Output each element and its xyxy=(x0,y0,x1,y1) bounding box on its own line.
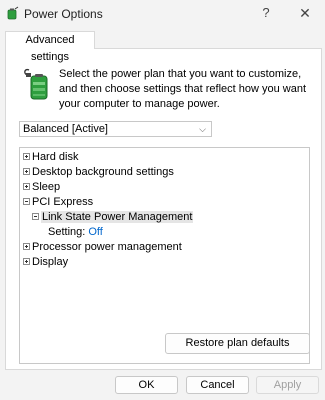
tree-item-pci-express[interactable]: PCI Express xyxy=(23,195,93,210)
expand-plus-icon[interactable] xyxy=(23,152,30,160)
collapse-minus-icon[interactable] xyxy=(32,212,39,220)
tree-item-sleep[interactable]: Sleep xyxy=(23,180,60,195)
tree-item-hard-disk[interactable]: Hard disk xyxy=(23,150,78,165)
settings-tree[interactable]: Hard disk Desktop background settings Sl… xyxy=(19,147,310,364)
tree-item-display[interactable]: Display xyxy=(23,255,68,270)
cancel-button[interactable]: Cancel xyxy=(186,376,249,394)
intro-text: Select the power plan that you want to c… xyxy=(59,68,307,110)
tree-item-label: Desktop background settings xyxy=(32,166,174,178)
ok-button[interactable]: OK xyxy=(115,376,178,394)
settings-panel: Select the power plan that you want to c… xyxy=(5,48,322,370)
window-title: Power Options xyxy=(24,7,103,21)
expand-plus-icon[interactable] xyxy=(23,167,30,175)
setting-label: Setting: xyxy=(48,226,86,238)
tree-item-desktop-background[interactable]: Desktop background settings xyxy=(23,165,174,180)
collapse-minus-icon[interactable] xyxy=(23,197,30,205)
expand-plus-icon[interactable] xyxy=(23,242,30,250)
expand-plus-icon[interactable] xyxy=(23,182,30,190)
battery-plug-icon xyxy=(22,67,52,101)
tree-item-link-state-power-management[interactable]: Link State Power Management xyxy=(32,210,194,225)
power-options-icon xyxy=(6,6,20,20)
tree-item-label: PCI Express xyxy=(32,196,94,208)
tree-item-label: Link State Power Management xyxy=(41,211,194,223)
tab-advanced-settings[interactable]: Advanced settings xyxy=(5,31,95,63)
close-button[interactable]: ✕ xyxy=(293,2,317,24)
chevron-down-icon: ⌵ xyxy=(199,124,206,134)
title-bar: Power Options ? ✕ xyxy=(0,0,325,28)
help-button[interactable]: ? xyxy=(256,2,276,24)
restore-plan-defaults-button[interactable]: Restore plan defaults xyxy=(165,333,310,354)
expand-plus-icon[interactable] xyxy=(23,257,30,265)
setting-value-link[interactable]: Off xyxy=(88,226,102,238)
tree-item-processor-power-management[interactable]: Processor power management xyxy=(23,240,182,255)
tree-item-label: Sleep xyxy=(32,181,61,193)
tree-item-label: Hard disk xyxy=(32,151,79,163)
tree-item-label: Processor power management xyxy=(32,241,182,253)
apply-button[interactable]: Apply xyxy=(256,376,319,394)
tree-item-setting[interactable]: Setting: Off xyxy=(48,225,103,240)
tree-item-label: Display xyxy=(32,256,69,268)
power-plan-dropdown[interactable]: Balanced [Active] ⌵ xyxy=(19,121,212,137)
power-plan-value: Balanced [Active] xyxy=(23,123,108,135)
